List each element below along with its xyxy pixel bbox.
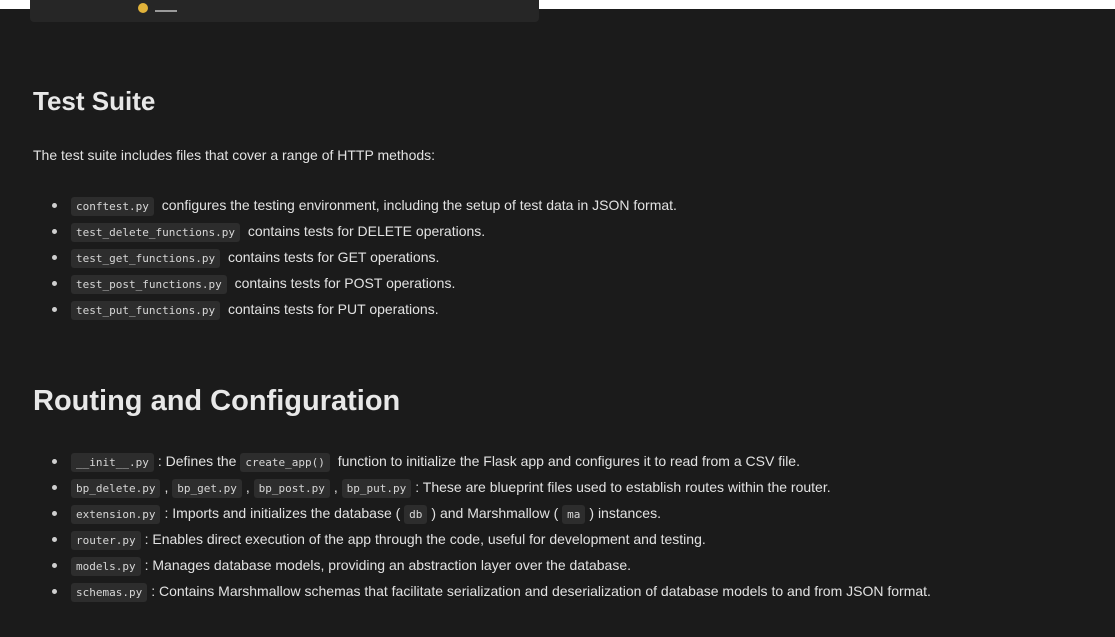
code-block-partial	[30, 0, 539, 22]
item-text: : These are blueprint files used to esta…	[415, 479, 831, 495]
separator: ,	[333, 479, 338, 495]
test-suite-list: conftest.py configures the testing envir…	[52, 194, 1112, 324]
bullet	[52, 203, 57, 208]
item-text: ) instances.	[589, 505, 661, 521]
inline-code: conftest.py	[71, 197, 154, 216]
list-item: test_get_functions.py contains tests for…	[52, 246, 1112, 268]
list-item: test_delete_functions.py contains tests …	[52, 220, 1112, 242]
heading-test-suite: Test Suite	[33, 86, 156, 116]
separator: ,	[245, 479, 250, 495]
bullet	[52, 511, 57, 516]
item-text: : Defines the	[157, 453, 237, 469]
list-item: extension.py: Imports and initializes th…	[52, 502, 1112, 524]
item-text: : Imports and initializes the database (	[164, 505, 401, 521]
inline-code: test_get_functions.py	[71, 249, 221, 268]
list-item: conftest.py configures the testing envir…	[52, 194, 1112, 216]
bullet	[52, 281, 57, 286]
item-text: : Enables direct execution of the app th…	[144, 531, 706, 547]
item-text: : Contains Marshmallow schemas that faci…	[151, 583, 931, 599]
list-item: bp_delete.py, bp_get.py, bp_post.py, bp_…	[52, 476, 1112, 498]
inline-code: create_app()	[240, 453, 330, 472]
list-item: test_post_functions.py contains tests fo…	[52, 272, 1112, 294]
bullet	[52, 563, 57, 568]
bullet	[52, 255, 57, 260]
bullet	[52, 485, 57, 490]
item-text: function to initialize the Flask app and…	[337, 453, 800, 469]
item-text: : Manages database models, providing an …	[144, 557, 632, 573]
heading-routing-configuration: Routing and Configuration	[33, 385, 401, 417]
separator: ,	[164, 479, 169, 495]
list-item: test_put_functions.py contains tests for…	[52, 298, 1112, 320]
inline-code: bp_post.py	[253, 479, 330, 498]
list-item: models.py: Manages database models, prov…	[52, 554, 1112, 576]
test-suite-intro: The test suite includes files that cover…	[33, 147, 436, 163]
bullet	[52, 537, 57, 542]
item-text: ) and Marshmallow (	[431, 505, 559, 521]
inline-code: models.py	[71, 557, 141, 576]
inline-code: db	[404, 505, 428, 524]
inline-code: schemas.py	[71, 583, 148, 602]
code-fragment	[155, 2, 177, 12]
item-text: contains tests for POST operations.	[234, 275, 456, 291]
inline-code: extension.py	[71, 505, 161, 524]
bullet	[52, 307, 57, 312]
item-text: contains tests for PUT operations.	[227, 301, 439, 317]
inline-code: bp_get.py	[172, 479, 242, 498]
inline-code: test_put_functions.py	[71, 301, 221, 320]
inline-code: bp_delete.py	[71, 479, 161, 498]
item-text: configures the testing environment, incl…	[161, 197, 677, 213]
list-item: router.py: Enables direct execution of t…	[52, 528, 1112, 550]
list-item: __init__.py: Defines the create_app() fu…	[52, 450, 1112, 472]
inline-code: __init__.py	[71, 453, 154, 472]
readme-page: Test Suite The test suite includes files…	[0, 0, 1115, 637]
bullet	[52, 589, 57, 594]
inline-code: test_post_functions.py	[71, 275, 227, 294]
list-item: schemas.py: Contains Marshmallow schemas…	[52, 580, 1112, 604]
inline-code: bp_put.py	[341, 479, 412, 498]
item-text: contains tests for DELETE operations.	[247, 223, 486, 239]
bullet	[52, 459, 57, 464]
inline-code: test_delete_functions.py	[71, 223, 240, 242]
bullet	[52, 229, 57, 234]
item-text: contains tests for GET operations.	[227, 249, 440, 265]
folder-icon	[138, 3, 148, 13]
inline-code: ma	[562, 505, 586, 524]
routing-list: __init__.py: Defines the create_app() fu…	[52, 450, 1112, 608]
inline-code: router.py	[71, 531, 141, 550]
